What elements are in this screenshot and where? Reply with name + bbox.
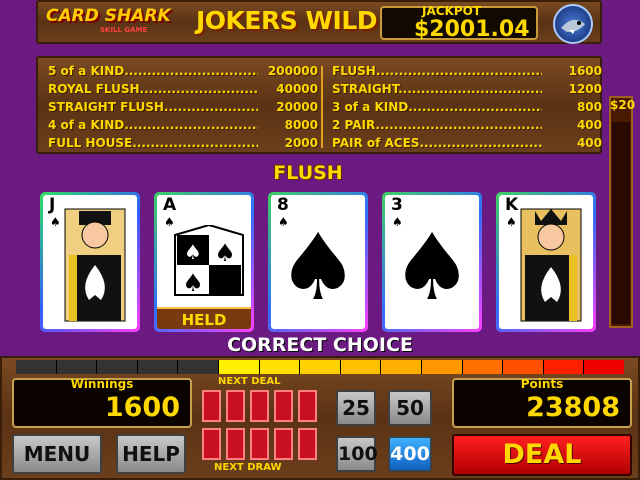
bonus-segment xyxy=(178,360,218,374)
next-deal-card xyxy=(274,390,293,422)
status-message: CORRECT CHOICE xyxy=(227,334,413,356)
card-face: 8 ♠ ♠ xyxy=(271,195,365,329)
svg-text:♠: ♠ xyxy=(182,269,204,297)
next-draw-card xyxy=(226,428,245,460)
next-deal-label: NEXT DEAL xyxy=(218,376,281,387)
deal-button[interactable]: DEAL xyxy=(452,434,632,476)
bonus-segment xyxy=(56,360,97,374)
svg-text:♠: ♠ xyxy=(214,239,236,267)
next-deal-card xyxy=(202,390,221,422)
bet-25-button[interactable]: 25 xyxy=(336,390,376,426)
paytable-row: ROYAL FLUSH.............................… xyxy=(48,82,318,96)
card-face: A ♠ ♠ ♠ ♠ HELD xyxy=(157,195,251,329)
logo-subtitle: SKILL GAME xyxy=(100,26,148,34)
bonus-segment xyxy=(584,360,624,374)
points-label: Points xyxy=(520,377,564,391)
paytable-divider xyxy=(321,66,323,148)
bonus-segment xyxy=(218,360,259,374)
winnings-display: Winnings 1600 xyxy=(12,377,192,428)
paytable-row: FLUSH...................................… xyxy=(332,64,602,78)
next-draw-card xyxy=(274,428,293,460)
next-deal-card xyxy=(226,390,245,422)
paytable-row: STRAIGHT FLUSH..........................… xyxy=(48,100,318,114)
bonus-segment xyxy=(543,360,584,374)
points-value: 23808 xyxy=(526,392,620,423)
card-rank: 8 xyxy=(277,195,289,215)
next-draw-label: NEXT DRAW xyxy=(214,462,282,473)
jackpot-value: $2001.04 xyxy=(414,17,530,42)
bonus-segment xyxy=(462,360,503,374)
jackpot-display: JACKPOT $2001.04 xyxy=(380,4,538,42)
bet-amount-label: $20 xyxy=(610,98,636,112)
card-shark-logo: CARD SHARK xyxy=(46,6,171,26)
paytable-right-column: FLUSH...................................… xyxy=(332,64,602,154)
winnings-label: Winnings xyxy=(70,377,134,391)
menu-button[interactable]: MENU xyxy=(12,434,102,474)
game-title: JOKERS WILD xyxy=(196,6,378,35)
card-rank: A xyxy=(163,195,177,215)
paytable-row: 3 of a KIND.............................… xyxy=(332,100,602,114)
card-face: K ♠ xyxy=(499,195,593,329)
paytable-row: FULL HOUSE..............................… xyxy=(48,136,318,150)
bonus-segment xyxy=(340,360,381,374)
next-deal-card xyxy=(250,390,269,422)
card-3[interactable]: 8 ♠ ♠ xyxy=(268,192,368,332)
top-bar: CARD SHARK SKILL GAME JOKERS WILD JACKPO… xyxy=(36,0,602,44)
bonus-segment xyxy=(421,360,462,374)
svg-text:♠: ♠ xyxy=(184,240,202,264)
bet-meter xyxy=(612,122,630,324)
paytable-row: 2 PAIR..................................… xyxy=(332,118,602,132)
bonus-segment xyxy=(381,360,421,374)
bonus-segment xyxy=(137,360,178,374)
jack-face-icon xyxy=(64,208,126,322)
bonus-segment xyxy=(259,360,300,374)
help-button[interactable]: HELP xyxy=(116,434,186,474)
card-4[interactable]: 3 ♠ ♠ xyxy=(382,192,482,332)
spade-icon: ♠ xyxy=(276,214,360,321)
next-draw-card xyxy=(202,428,221,460)
spade-icon: ♠ xyxy=(390,214,474,321)
bonus-segment xyxy=(300,360,340,374)
card-rank: J xyxy=(49,195,56,215)
bonus-segment xyxy=(16,360,56,374)
pay-table: 5 of a KIND.............................… xyxy=(36,56,602,154)
bonus-progress-bar xyxy=(16,360,624,374)
paytable-row: 4 of a KIND.............................… xyxy=(48,118,318,132)
jackpot-label: JACKPOT xyxy=(422,4,482,18)
paytable-left-column: 5 of a KIND.............................… xyxy=(48,64,318,154)
hand-result: FLUSH xyxy=(273,162,343,184)
card-face: 3 ♠ ♠ xyxy=(385,195,479,329)
king-face-icon xyxy=(520,208,582,322)
next-draw-card xyxy=(298,428,317,460)
card-face: J ♠ xyxy=(43,195,137,329)
bet-400-button[interactable]: 400 xyxy=(388,436,432,472)
bet-50-button[interactable]: 50 xyxy=(388,390,432,426)
held-badge: HELD xyxy=(157,307,251,329)
bonus-segment xyxy=(97,360,137,374)
shark-mascot-icon xyxy=(553,4,593,44)
bonus-segment xyxy=(503,360,543,374)
next-draw-card xyxy=(250,428,269,460)
paytable-row: 5 of a KIND.............................… xyxy=(48,64,318,78)
paytable-row: PAIR of ACES............................… xyxy=(332,136,602,150)
card-5[interactable]: K ♠ xyxy=(496,192,596,332)
next-deal-card xyxy=(298,390,317,422)
paytable-row: STRAIGHT................................… xyxy=(332,82,602,96)
card-1[interactable]: J ♠ xyxy=(40,192,140,332)
card-2[interactable]: A ♠ ♠ ♠ ♠ HELD xyxy=(154,192,254,332)
points-display: Points 23808 xyxy=(452,377,632,428)
winnings-value: 1600 xyxy=(104,392,180,423)
bet-100-button[interactable]: 100 xyxy=(336,436,378,472)
card-rank: 3 xyxy=(391,195,403,215)
